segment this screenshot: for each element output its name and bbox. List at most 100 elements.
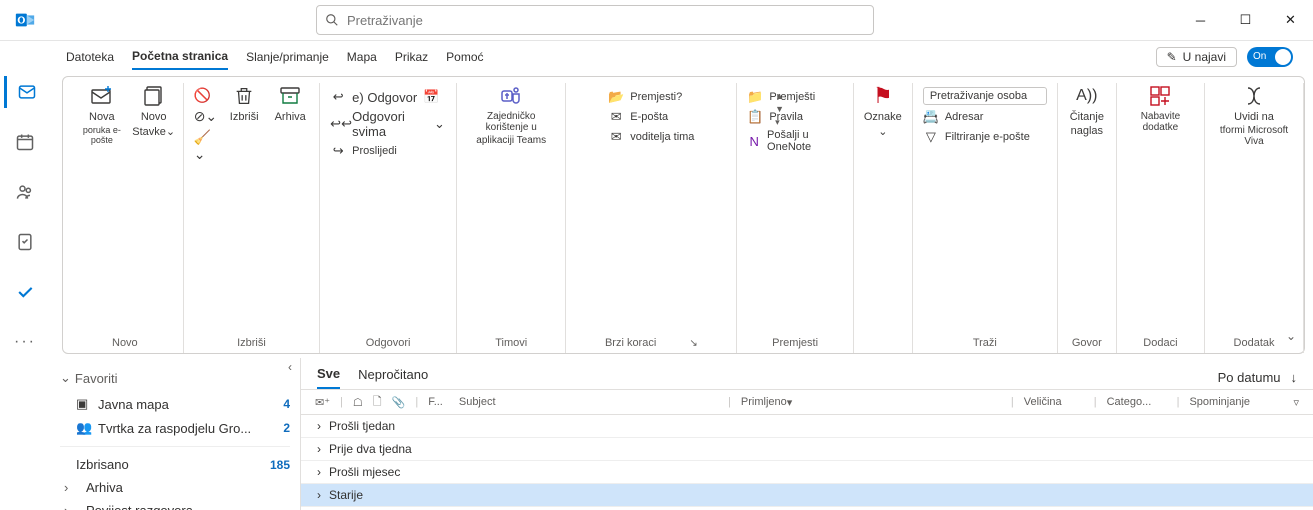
people-icon: 👥 [76,420,90,436]
reply-icon: ↩ [330,89,346,105]
addressbook-icon: 📇 [923,109,939,125]
collapse-pane-icon[interactable]: ‹ [288,360,292,374]
search-placeholder: Pretraživanje [347,13,423,28]
col-flag[interactable]: ☖ [353,396,363,409]
read-aloud-button[interactable]: A)) Čitanje naglas [1068,83,1106,137]
archive-button[interactable]: Arhiva [271,83,309,163]
teams-share-button[interactable]: Zajedničko korištenje u aplikaciji Teams [467,83,555,146]
delete-button[interactable]: Izbriši [225,83,263,163]
viva-insights-button[interactable]: Uvidi na tformi Microsoft Viva [1215,83,1293,147]
col-mention[interactable]: Spominjanje [1189,396,1269,408]
tab-pomoc[interactable]: Pomoć [446,45,483,69]
tab-datoteka[interactable]: Datoteka [66,45,114,69]
ignore-icon[interactable]: 🚫 [194,87,211,104]
new-items-button[interactable]: Novo Stavke⌄ [135,83,173,145]
onenote-icon: N [747,134,761,149]
chevron-right-icon: › [317,442,321,456]
folder-izbrisano[interactable]: Izbrisano185 [50,453,300,476]
coming-soon-toggle[interactable]: On [1247,47,1293,67]
pen-icon: ✎ [1167,50,1177,64]
group-last-month[interactable]: ›Prošli mjesec [301,461,1313,484]
quickstep-email[interactable]: ✉E-pošta [608,109,668,125]
rail-tasks-icon[interactable] [5,226,45,258]
onenote-button[interactable]: NPošalji u OneNote [747,129,843,153]
chevron-right-icon: › [317,419,321,433]
tab-pocetna[interactable]: Početna stranica [132,44,228,70]
ribbon-collapse-chevron-icon[interactable]: ⌄ [1286,329,1296,343]
tab-mapa[interactable]: Mapa [347,45,377,69]
chevron-right-icon: › [317,488,321,502]
maximize-button[interactable]: ☐ [1223,0,1268,40]
move-icon: 📂 [608,89,624,105]
col-category[interactable]: Catego... [1107,396,1167,408]
cleanup-icon[interactable]: 🧹⌄ [194,129,217,163]
rail-calendar-icon[interactable] [5,126,45,158]
col-filter-icon[interactable]: ▿ [1293,396,1299,409]
reply-all-button[interactable]: ↩↩Odgovori svima⌄ [330,109,446,139]
new-items-icon [142,83,166,109]
close-button[interactable]: ✕ [1268,0,1313,40]
col-paperclip[interactable]: 📎 [392,396,406,409]
group-two-weeks[interactable]: ›Prije dva tjedna [301,438,1313,461]
quickstep-lead[interactable]: ✉voditelja tima [608,129,694,145]
launcher-icon[interactable]: ↘ [689,338,697,349]
chevron-right-icon: › [64,503,74,510]
rail-more-icon[interactable]: ··· [5,326,45,358]
search-box[interactable]: Pretraživanje [316,5,874,35]
viva-icon [1241,83,1267,109]
col-icon[interactable]: ✉⁺ [315,396,330,409]
rail-mail-icon[interactable] [4,76,47,108]
new-mail-icon [88,83,116,109]
chevron-down-icon: ⌄ [60,370,71,386]
teams-icon [498,83,524,109]
coming-soon-button[interactable]: ✎ U najavi [1156,47,1237,67]
meeting-icon[interactable]: 📅 [423,89,439,105]
new-email-button[interactable]: Nova poruka e-pošte [77,83,127,145]
col-received[interactable]: Primljeno ▾ [741,396,1001,409]
chevron-right-icon: › [317,465,321,479]
outlook-logo [10,9,40,31]
get-addins-button[interactable]: Nabavite dodatke [1127,83,1194,133]
quickstep-move[interactable]: 📂Premjesti? [608,89,682,105]
filter-tab-all[interactable]: Sve [317,366,340,389]
people-search-input[interactable]: Pretraživanje osoba [923,87,1047,105]
junk-icon[interactable]: ⊘⌄ [194,108,217,125]
tab-slanje[interactable]: Slanje/primanje [246,45,329,69]
col-size[interactable]: Veličina [1024,396,1084,408]
rules-icon: 📋 [747,109,763,125]
flag-icon: ⚑ [873,83,893,109]
sort-direction-icon[interactable]: ↓ [1291,370,1298,385]
mail-icon: ✉ [608,129,624,145]
folder-tvrtka[interactable]: 👥Tvrtka za raspodjelu Gro...2 [50,416,300,440]
rail-people-icon[interactable] [5,176,45,208]
forward-icon: ↪ [330,143,346,159]
favorites-header[interactable]: ⌄Favoriti [50,364,300,392]
forward-button[interactable]: ↪Proslijedi [330,143,397,159]
folder-arhiva[interactable]: ›Arhiva [50,476,300,499]
read-aloud-icon: A)) [1076,83,1097,109]
sort-by-button[interactable]: Po datumu [1218,370,1281,385]
search-icon [325,13,339,27]
tab-prikaz[interactable]: Prikaz [395,45,428,69]
col-f[interactable]: F... [428,396,443,408]
folder-move-icon: 📁 [747,89,763,105]
folder-povijest[interactable]: ›Povijest razgovora [50,499,300,510]
chevron-right-icon: › [64,480,74,495]
addins-icon [1148,83,1172,109]
col-subject[interactable]: Subject [459,396,718,408]
archive-icon [278,83,302,109]
tags-button[interactable]: ⚑ Oznake ⌄ [864,83,902,138]
addressbook-button[interactable]: 📇Adresar [923,109,984,125]
mail-icon: ✉ [608,109,624,125]
trash-icon [233,83,255,109]
reply-all-icon: ↩↩ [330,116,346,132]
group-older[interactable]: ›Starije [301,484,1313,507]
filter-email-button[interactable]: ▽Filtriranje e-pošte [923,129,1030,145]
col-attach[interactable]: 🗋 [373,393,382,412]
rail-todo-icon[interactable] [5,276,45,308]
folder-javna-mapa[interactable]: ▣Javna mapa4 [50,392,300,416]
filter-tab-unread[interactable]: Nepročitano [358,367,428,388]
reply-button[interactable]: ↩e) Odgovor📅 [330,89,439,105]
minimize-button[interactable]: ─ [1178,0,1223,40]
group-last-week[interactable]: ›Prošli tjedan [301,415,1313,438]
